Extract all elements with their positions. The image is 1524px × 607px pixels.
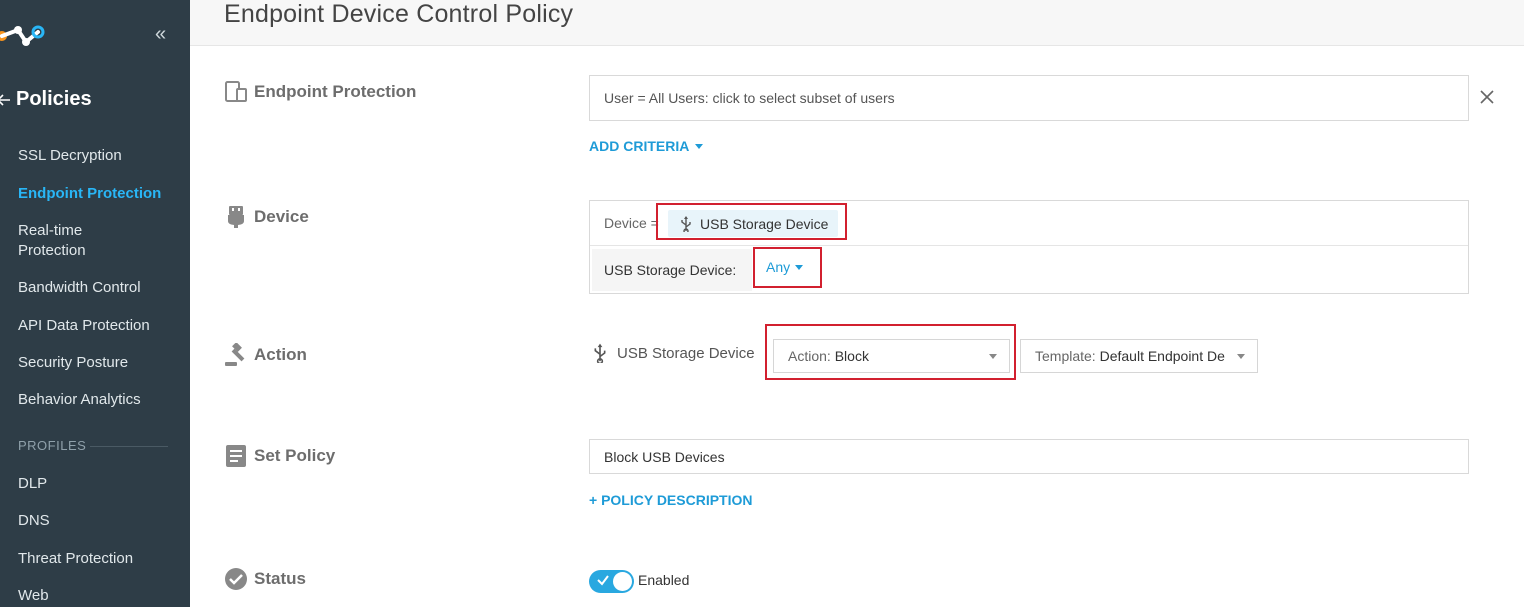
section-device-label: Device: [254, 207, 309, 226]
usb-plug-icon: [228, 206, 244, 228]
usb-storage-any-dropdown[interactable]: Any: [766, 259, 804, 275]
sidebar-title-text: Policies: [16, 88, 92, 110]
usb-storage-device-row-label: USB Storage Device:: [592, 249, 752, 291]
sidebar-title[interactable]: Policies: [0, 88, 92, 111]
section-device: Device: [224, 205, 309, 229]
template-value: Default Endpoint De: [1099, 348, 1225, 364]
add-criteria-button[interactable]: ADD CRITERIA: [589, 138, 704, 154]
usb-icon: [681, 215, 691, 232]
sidebar-item-dns[interactable]: DNS: [18, 511, 50, 531]
add-policy-description-button[interactable]: + POLICY DESCRIPTION: [589, 492, 753, 508]
user-criteria-field[interactable]: User = All Users: click to select subset…: [589, 75, 1469, 121]
section-set-policy: Set Policy: [224, 444, 335, 468]
policy-name-input[interactable]: [589, 439, 1469, 474]
sidebar-item-threat-protection[interactable]: Threat Protection: [18, 549, 133, 569]
dropdown-arrow-icon: [989, 354, 997, 359]
netskope-logo-icon: [0, 25, 45, 46]
section-endpoint-protection: Endpoint Protection: [224, 80, 416, 104]
back-arrow-icon: [0, 93, 10, 106]
check-circle-icon: [225, 568, 247, 590]
usb-icon: [594, 343, 606, 363]
close-icon[interactable]: [1478, 88, 1496, 106]
profiles-section-label: PROFILES: [18, 438, 87, 453]
section-status-label: Status: [254, 569, 306, 588]
action-prefix: Action:: [788, 348, 831, 364]
action-value: Block: [834, 348, 869, 364]
gavel-icon: [225, 343, 245, 366]
sidebar-item-endpoint-protection[interactable]: Endpoint Protection: [18, 184, 161, 204]
template-select[interactable]: Template: Default Endpoint De: [1020, 339, 1258, 373]
section-action: Action: [224, 343, 307, 367]
sidebar-item-bandwidth-control[interactable]: Bandwidth Control: [18, 278, 141, 298]
action-device-label: USB Storage Device: [617, 344, 755, 362]
device-prefix-label: Device =: [604, 215, 659, 231]
section-set-policy-label: Set Policy: [254, 446, 336, 465]
action-device-label-group: USB Storage Device: [593, 343, 755, 363]
dropdown-arrow-icon: [1237, 354, 1245, 359]
profiles-divider: [90, 446, 168, 447]
status-toggle[interactable]: [589, 570, 634, 593]
devices-icon: [225, 81, 247, 102]
sidebar-item-behavior-analytics[interactable]: Behavior Analytics: [18, 390, 141, 410]
user-criteria-text: User = All Users: click to select subset…: [604, 90, 895, 106]
sidebar-item-real-time-protection[interactable]: Real-time Protection: [18, 221, 138, 261]
section-action-label: Action: [254, 345, 307, 364]
caret-down-icon: [695, 143, 704, 149]
page-title: Endpoint Device Control Policy: [224, 0, 574, 28]
sidebar: « Policies SSL Decryption Endpoint Prote…: [0, 0, 190, 607]
device-row: Device = USB Storage Device: [590, 201, 1468, 246]
section-status: Status: [224, 567, 306, 591]
sidebar-item-dlp[interactable]: DLP: [18, 474, 47, 494]
page-header: Endpoint Device Control Policy: [190, 0, 1524, 46]
sidebar-item-api-data-protection[interactable]: API Data Protection: [18, 316, 150, 336]
sidebar-item-ssl-decryption[interactable]: SSL Decryption: [18, 146, 122, 166]
template-prefix: Template:: [1035, 348, 1096, 364]
sidebar-item-web[interactable]: Web: [18, 586, 49, 606]
usb-storage-device-chip[interactable]: USB Storage Device: [668, 210, 839, 237]
check-icon: [597, 575, 609, 586]
status-toggle-label: Enabled: [638, 572, 690, 588]
caret-down-icon: [795, 264, 804, 270]
collapse-sidebar-icon[interactable]: «: [155, 24, 175, 44]
device-criteria-box: Device = USB Storage Device USB Storage …: [589, 200, 1469, 294]
add-criteria-label: ADD CRITERIA: [589, 138, 690, 154]
sidebar-item-security-posture[interactable]: Security Posture: [18, 353, 128, 373]
any-label: Any: [766, 259, 791, 275]
document-icon: [226, 445, 246, 467]
usb-storage-device-chip-label: USB Storage Device: [700, 215, 829, 232]
add-policy-description-label: + POLICY DESCRIPTION: [589, 492, 753, 508]
action-select[interactable]: Action: Block: [773, 339, 1010, 373]
toggle-knob: [613, 572, 632, 591]
section-endpoint-protection-label: Endpoint Protection: [254, 82, 417, 101]
